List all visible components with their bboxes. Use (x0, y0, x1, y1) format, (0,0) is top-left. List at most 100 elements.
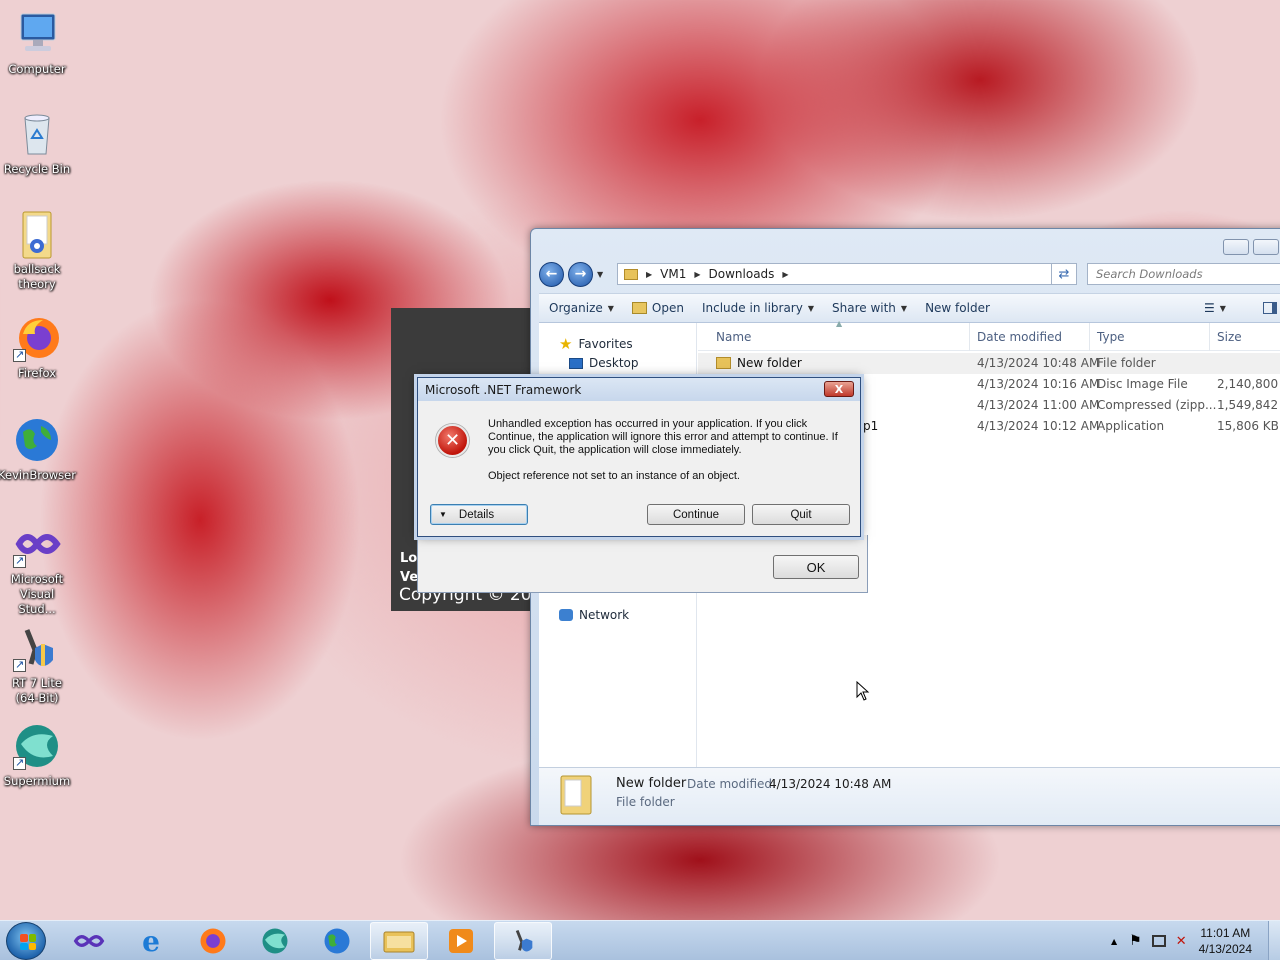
column-date-modified[interactable]: Date modified (977, 330, 1062, 344)
quit-button[interactable]: Quit (752, 504, 850, 525)
nav-network[interactable]: Network (559, 608, 629, 622)
desktop-icon-computer[interactable]: Computer (0, 10, 74, 77)
taskbar-explorer[interactable] (370, 922, 428, 960)
shortcut-arrow-icon (13, 755, 26, 770)
column-size[interactable]: Size (1217, 330, 1242, 344)
details-type: File folder (616, 795, 675, 809)
taskbar-media-player[interactable] (432, 922, 490, 960)
breadcrumb-separator-icon: ▶ (694, 269, 701, 279)
supermium-icon (262, 928, 288, 954)
chevron-down-icon: ▼ (439, 510, 447, 519)
view-options-button[interactable]: ☰ ▼ (1195, 294, 1235, 322)
dialog-body: Unhandled exception has occurred in your… (488, 418, 838, 483)
desktop-icon-kevinbrowser[interactable]: KevinBrowser (0, 416, 76, 483)
column-type[interactable]: Type (1097, 330, 1125, 344)
continue-button[interactable]: Continue (647, 504, 745, 525)
dialog-error-detail: Object reference not set to an instance … (488, 470, 740, 482)
desktop-icon-label: ballsack theory (13, 262, 61, 291)
chevron-down-icon: ▼ (900, 303, 908, 313)
row-date: 4/13/2024 11:00 AM (977, 398, 1100, 412)
include-label: Include in library (701, 301, 803, 315)
network-tray-icon[interactable] (1151, 935, 1166, 947)
desktop-icon-firefox[interactable]: Firefox (0, 314, 74, 381)
clock[interactable]: 11:01 AM 4/13/2024 (1199, 925, 1252, 957)
breadcrumb-downloads[interactable]: Downloads (709, 267, 775, 281)
firefox-icon (13, 314, 61, 362)
taskbar-rt7lite[interactable] (494, 922, 552, 960)
close-button[interactable]: X (824, 381, 854, 397)
nav-favorites[interactable]: ★ Favorites (559, 335, 633, 353)
search-input[interactable]: Search Downloads (1087, 263, 1280, 285)
folder-large-icon (559, 772, 593, 816)
forward-arrow-icon[interactable]: → (568, 261, 593, 287)
taskbar-supermium[interactable] (246, 922, 304, 960)
mouse-cursor-icon (856, 680, 870, 704)
new-folder-button[interactable]: New folder (916, 294, 999, 322)
minimize-button[interactable] (1223, 239, 1249, 255)
desktop-icon-label: Microsoft Visual Stud... (10, 572, 64, 616)
column-headers: Name ▲ Date modified Type Size (698, 319, 1280, 351)
open-label: Open (651, 301, 684, 315)
taskbar-visual-studio[interactable] (60, 922, 118, 960)
row-name: New folder (737, 356, 802, 370)
desktop-icon-recycle-bin[interactable]: Recycle Bin (0, 110, 74, 177)
view-icon: ☰ (1204, 301, 1215, 315)
row-size: 15,806 KB (1217, 419, 1279, 433)
nav-favorites-label: Favorites (578, 337, 633, 351)
error-icon: ✕ (436, 424, 469, 457)
desktop-icon-supermium[interactable]: Supermium (0, 722, 74, 789)
row-name: p1 (863, 419, 879, 433)
preview-pane-button[interactable] (1254, 294, 1280, 322)
details-date-label: Date modified: (687, 777, 777, 791)
breadcrumb-separator-icon: ▶ (646, 269, 653, 279)
dialog-message: Unhandled exception has occurred in your… (488, 418, 838, 456)
taskbar-kevinbrowser[interactable] (308, 922, 366, 960)
row-date: 4/13/2024 10:12 AM (977, 419, 1100, 433)
command-bar: Organize ▼ Open Include in library ▼ Share… (539, 293, 1280, 323)
nav-desktop[interactable]: Desktop (569, 356, 639, 370)
firefox-icon (200, 928, 226, 954)
taskbar-internet-explorer[interactable]: e (122, 922, 180, 960)
back-arrow-icon[interactable]: ← (539, 261, 564, 287)
error-dialog[interactable]: Microsoft .NET Framework X ✕ Unhandled e… (417, 377, 861, 537)
maximize-button[interactable] (1253, 239, 1279, 255)
column-name[interactable]: Name (716, 330, 751, 344)
row-date: 4/13/2024 10:16 AM (977, 377, 1100, 391)
desktop-icon-visual-studio[interactable]: Microsoft Visual Stud... (0, 520, 74, 617)
desktop-icon-ballsack-theory[interactable]: ballsack theory (0, 210, 74, 292)
row-size: 1,549,842 KB (1217, 398, 1280, 412)
recent-pages-chevron-icon[interactable]: ▼ (597, 270, 603, 279)
refresh-button[interactable]: ⇄ (1051, 263, 1077, 285)
shortcut-arrow-icon (13, 657, 26, 672)
desktop-icon-label: Firefox (17, 366, 57, 380)
shortcut-arrow-icon (13, 553, 26, 568)
row-type: File folder (1097, 356, 1156, 370)
volume-muted-icon[interactable]: ✕ (1176, 934, 1187, 949)
supermium-icon (13, 722, 61, 770)
ok-button[interactable]: OK (773, 555, 859, 579)
action-center-flag-icon[interactable]: ⚑ (1129, 933, 1142, 949)
breadcrumb-vm1[interactable]: VM1 (660, 267, 686, 281)
shortcut-arrow-icon (13, 347, 26, 362)
row-type: Compressed (zipp... (1097, 398, 1217, 412)
share-with-button[interactable]: Share with ▼ (823, 294, 916, 322)
organize-button[interactable]: Organize ▼ (540, 294, 623, 322)
details-date-value: 4/13/2024 10:48 AM (769, 777, 892, 791)
details-name: New folder (616, 776, 687, 791)
address-bar[interactable]: ▶ VM1 ▶ Downloads ▶ ▼ (617, 263, 1077, 285)
start-button[interactable] (6, 922, 46, 960)
table-row[interactable]: New folder 4/13/2024 10:48 AM File folde… (698, 353, 1280, 374)
star-icon: ★ (559, 335, 573, 353)
show-desktop-button[interactable] (1268, 921, 1280, 960)
taskbar-firefox[interactable] (184, 922, 242, 960)
dialog-title-bar: Microsoft .NET Framework X (418, 378, 860, 401)
show-hidden-icons-chevron-icon[interactable]: ▲ (1111, 937, 1117, 946)
details-button[interactable]: ▼ Details (430, 504, 528, 525)
include-in-library-button[interactable]: Include in library ▼ (693, 294, 823, 322)
folder-icon (716, 357, 731, 369)
internet-explorer-icon: e (142, 924, 160, 958)
desktop-icon-rt7lite[interactable]: RT 7 Lite (64-Bit) (0, 624, 74, 706)
chevron-down-icon: ▼ (1219, 303, 1226, 313)
preview-pane-icon (1263, 302, 1277, 314)
open-button[interactable]: Open (623, 294, 693, 322)
